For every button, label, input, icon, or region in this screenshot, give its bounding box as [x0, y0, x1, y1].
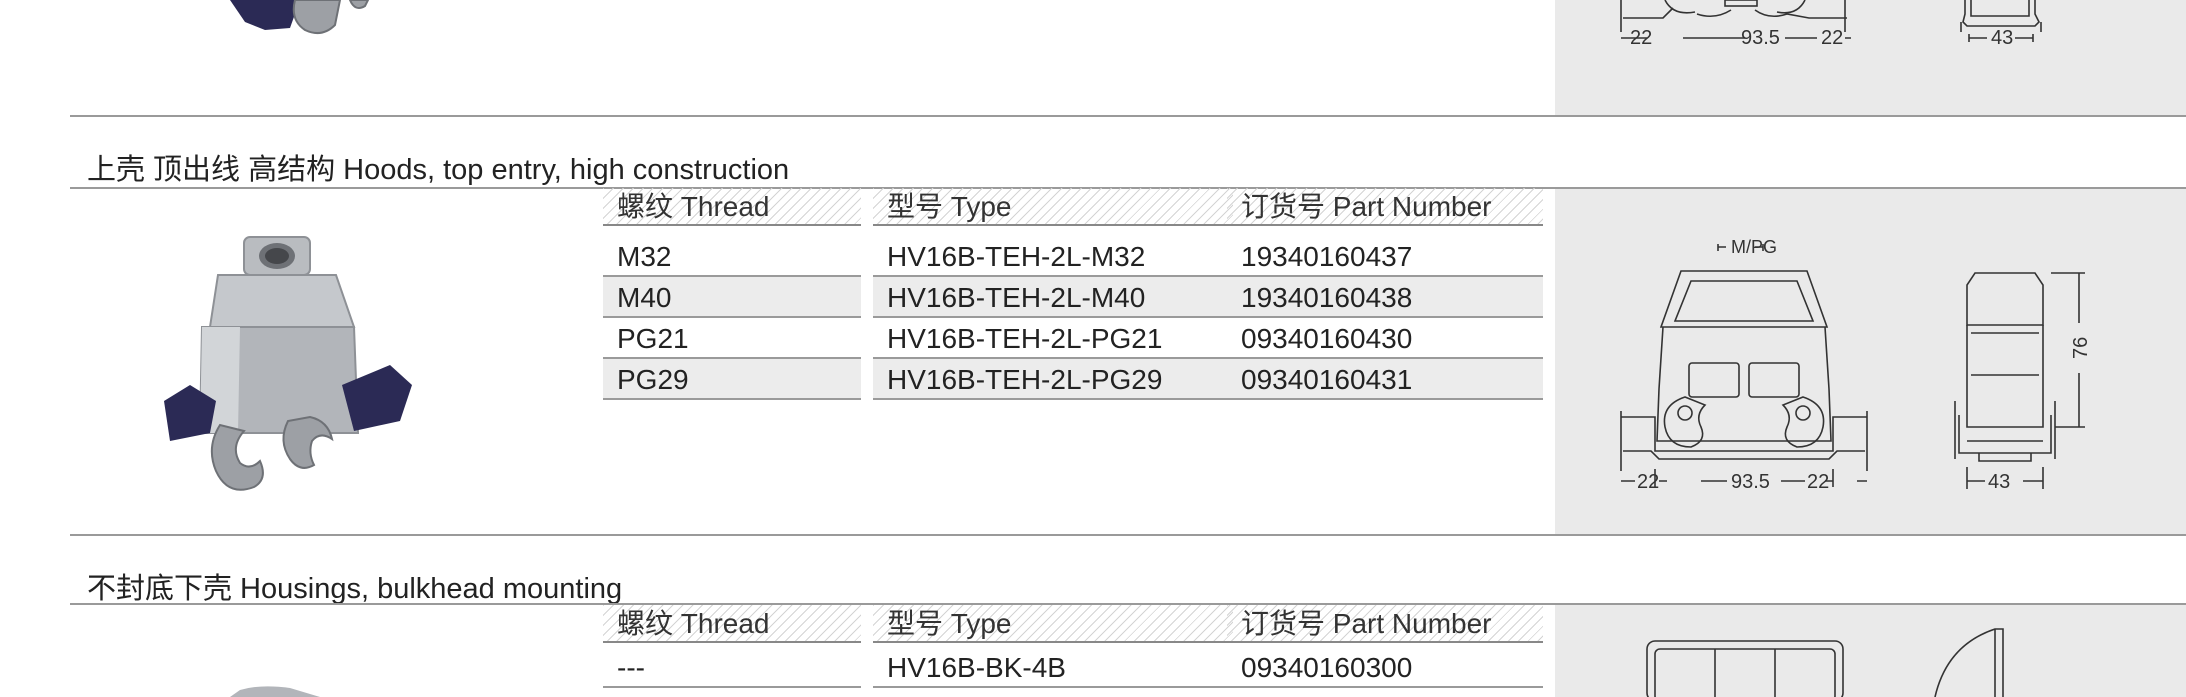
- dim-right-label: 22: [1807, 471, 1829, 493]
- product-photo-hood: [164, 236, 412, 491]
- dimension-drawing-housing: [1646, 628, 2004, 697]
- table-header-type: 型号 Type: [873, 605, 1233, 643]
- dim-left-label: 22: [1630, 27, 1652, 49]
- dimension-drawing: M/PG 22 93.5 22 43 76: [1620, 237, 2092, 493]
- table-cell-part-number: 09340160300: [1227, 647, 1543, 688]
- table-header-part-number: 订货号 Part Number: [1227, 605, 1543, 643]
- dim-left-label: 22: [1637, 471, 1659, 493]
- product-photo-housing: [230, 686, 320, 697]
- table-header-type: 型号 Type: [873, 188, 1233, 226]
- table-cell-part-number: 09340160431: [1227, 359, 1543, 400]
- dim-right-label: 22: [1821, 27, 1843, 49]
- table-cell-thread: ---: [603, 647, 861, 688]
- dim-height-label: 76: [2070, 337, 2092, 359]
- table-header-thread: 螺纹 Thread: [603, 605, 861, 643]
- product-photo-previous: [230, 0, 370, 35]
- dim-side-label: 43: [1991, 27, 2013, 49]
- section-divider: [70, 115, 2186, 117]
- section-title: 上壳 顶出线 高结构 Hoods, top entry, high constr…: [87, 154, 790, 186]
- table-cell-type: HV16B-TEH-2L-PG21: [873, 318, 1233, 359]
- dimension-drawing-previous: 22 93.5 22 43: [1620, 0, 2042, 49]
- table-cell-thread: PG29: [603, 359, 861, 400]
- table-cell-type: HV16B-BK-4B: [873, 647, 1233, 688]
- table-cell-part-number: 09340160430: [1227, 318, 1543, 359]
- table-cell-thread: M40: [603, 277, 861, 318]
- table-cell-thread: PG21: [603, 318, 861, 359]
- table-cell-thread: M32: [603, 236, 861, 277]
- section-divider: [70, 534, 2186, 536]
- table-cell-type: HV16B-TEH-2L-M32: [873, 236, 1233, 277]
- dim-mid-label: 93.5: [1741, 27, 1780, 49]
- table-cell-part-number: 19340160437: [1227, 236, 1543, 277]
- table-header-part-number: 订货号 Part Number: [1227, 188, 1543, 226]
- dim-mid-label: 93.5: [1731, 471, 1770, 493]
- table-cell-type: HV16B-TEH-2L-M40: [873, 277, 1233, 318]
- drawing-top-label: M/PG: [1731, 237, 1777, 257]
- dim-side-label: 43: [1988, 471, 2010, 493]
- table-cell-part-number: 19340160438: [1227, 277, 1543, 318]
- section-title: 不封底下壳 Housings, bulkhead mounting: [87, 573, 623, 605]
- table-cell-type: HV16B-TEH-2L-PG29: [873, 359, 1233, 400]
- table-header-thread: 螺纹 Thread: [603, 188, 861, 226]
